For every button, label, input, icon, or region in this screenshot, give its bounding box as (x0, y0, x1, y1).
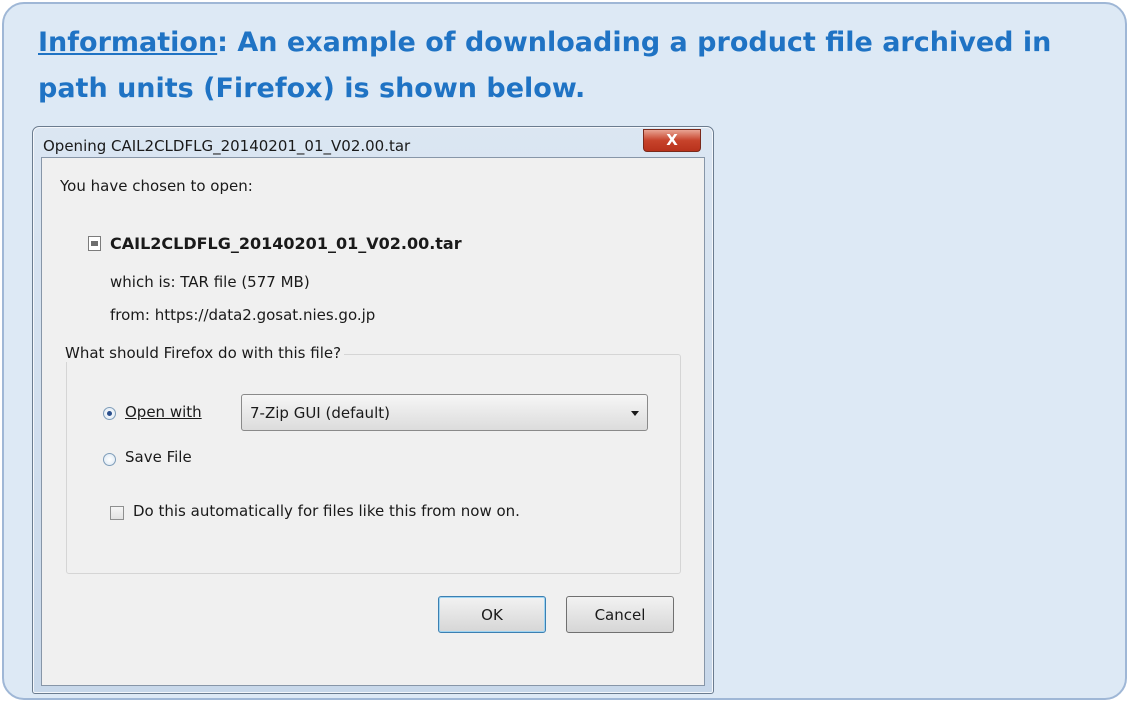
file-source-info: from: https://data2.gosat.nies.go.jp (110, 306, 376, 324)
close-button[interactable]: X (643, 129, 701, 152)
information-lead: Information (38, 27, 218, 58)
open-with-radio[interactable] (103, 407, 116, 420)
save-file-radio[interactable] (103, 453, 116, 466)
cancel-button[interactable]: Cancel (566, 596, 674, 633)
information-heading: Information: An example of downloading a… (38, 20, 1108, 112)
auto-action-label[interactable]: Do this automatically for files like thi… (133, 502, 520, 520)
chosen-label: You have chosen to open: (60, 177, 253, 195)
open-with-label-text: Open with (125, 403, 202, 421)
save-file-label[interactable]: Save File (125, 448, 192, 466)
open-with-value: 7-Zip GUI (default) (250, 404, 390, 422)
dialog-body: You have chosen to open: CAIL2CLDFLG_201… (41, 157, 705, 686)
file-name: CAIL2CLDFLG_20140201_01_V02.00.tar (110, 234, 462, 253)
dialog-title: Opening CAIL2CLDFLG_20140201_01_V02.00.t… (43, 137, 411, 155)
information-panel: Information: An example of downloading a… (2, 2, 1127, 700)
open-with-label[interactable]: Open with (125, 403, 202, 421)
dialog-titlebar[interactable]: Opening CAIL2CLDFLG_20140201_01_V02.00.t… (33, 127, 713, 157)
ok-button[interactable]: OK (438, 596, 546, 633)
file-type-info: which is: TAR file (577 MB) (110, 273, 310, 291)
auto-action-checkbox[interactable] (110, 506, 124, 520)
file-icon (88, 236, 101, 251)
chevron-down-icon (631, 411, 639, 416)
open-with-dropdown[interactable]: 7-Zip GUI (default) (241, 394, 648, 431)
open-file-dialog: Opening CAIL2CLDFLG_20140201_01_V02.00.t… (32, 126, 714, 694)
action-group-label: What should Firefox do with this file? (62, 344, 345, 362)
